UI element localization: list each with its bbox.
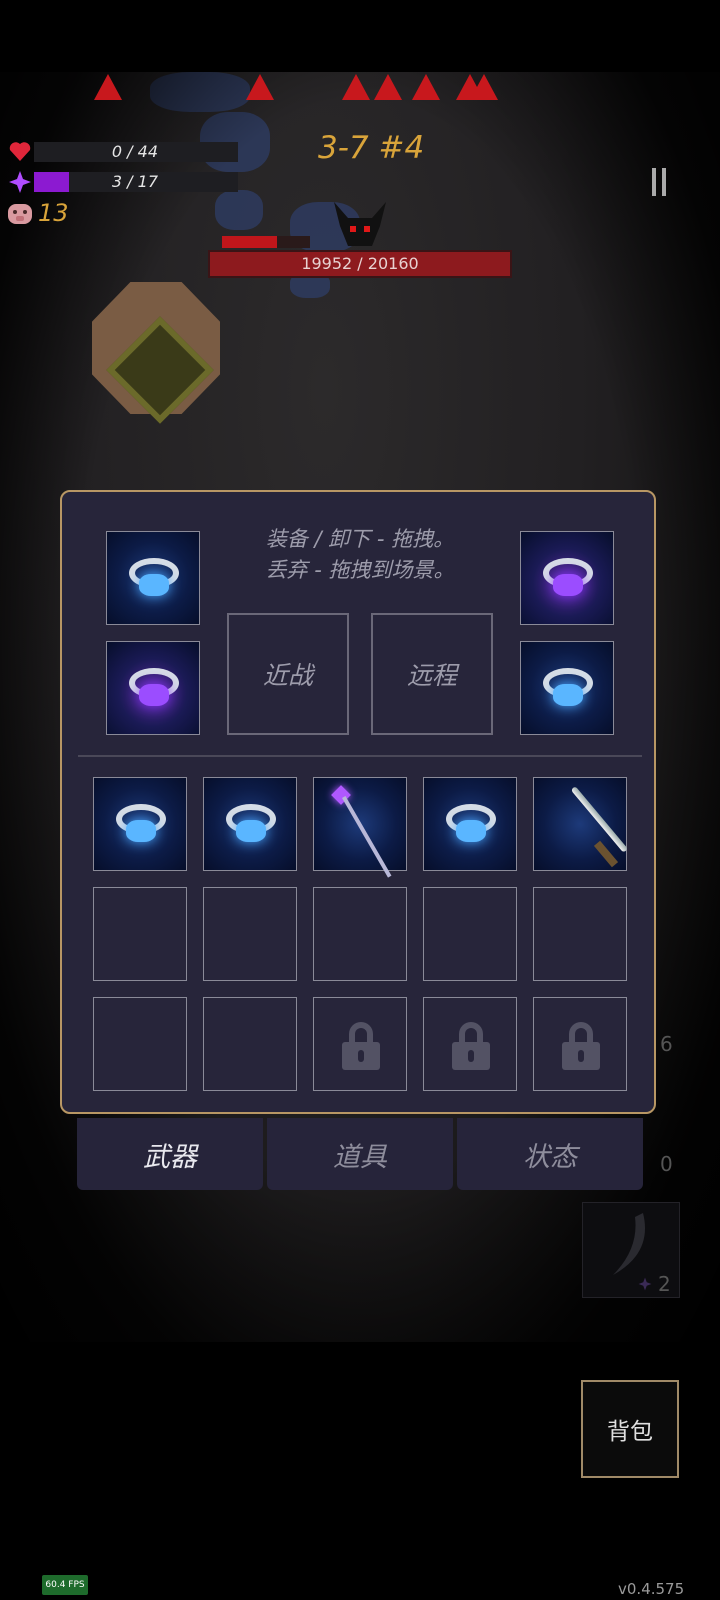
hint-line-equip: 装备 / 卸下 - 拖拽。 xyxy=(265,527,455,551)
health-text: 0 / 44 xyxy=(111,142,158,161)
mana-icon xyxy=(8,170,32,194)
pig-coin-icon xyxy=(6,200,34,226)
purple-gem-icon xyxy=(139,684,169,706)
blue-gem-icon xyxy=(456,820,486,842)
tab-items-label: 道具 xyxy=(333,1141,387,1173)
inventory-slot[interactable] xyxy=(313,777,407,878)
inventory-slot[interactable] xyxy=(533,777,629,871)
pause-icon xyxy=(652,168,656,196)
inventory-slot-empty[interactable] xyxy=(423,887,517,981)
mana-text: 3 / 17 xyxy=(111,172,158,191)
hint-line-discard: 丢弃 - 拖拽到场景。 xyxy=(265,558,455,582)
warning-triangle-icon xyxy=(94,74,122,100)
inventory-slot-empty[interactable] xyxy=(93,997,187,1091)
inventory-slot-locked xyxy=(423,997,517,1091)
inventory-slot[interactable] xyxy=(93,777,187,871)
tab-status-label: 状态 xyxy=(523,1141,577,1173)
version-label: v0.4.575 xyxy=(618,1580,685,1598)
bag-label: 背包 xyxy=(607,1419,653,1445)
pause-button[interactable] xyxy=(650,168,668,198)
boss-hp-text: 19952 / 20160 xyxy=(301,254,419,273)
inventory-slot-empty[interactable] xyxy=(203,887,297,981)
lock-icon xyxy=(342,1022,380,1070)
mana-bar: 3 / 17 xyxy=(34,172,238,192)
inventory-slot-empty[interactable] xyxy=(313,887,407,981)
melee-weapon-slot[interactable]: 近战 xyxy=(227,613,349,735)
rock-cluster xyxy=(150,72,250,112)
ranged-label: 远程 xyxy=(406,661,457,690)
blue-gem-icon xyxy=(553,684,583,706)
level-label: 3-7 #4 xyxy=(318,130,425,166)
warning-triangle-icon xyxy=(374,74,402,100)
warning-triangle-icon xyxy=(246,74,274,100)
blue-gem-icon xyxy=(126,820,156,842)
health-bar: 0 / 44 xyxy=(34,142,238,162)
blue-gem-icon xyxy=(139,574,169,596)
boss-demon-icon xyxy=(330,200,390,250)
tab-status[interactable]: 状态 xyxy=(457,1118,643,1190)
melee-label: 近战 xyxy=(262,661,313,690)
mana-bar-fill xyxy=(34,172,69,192)
panel-divider xyxy=(78,755,642,757)
side-counter: 6 xyxy=(660,1032,673,1056)
lock-icon xyxy=(452,1022,490,1070)
inventory-slot[interactable] xyxy=(423,777,517,871)
rock-cluster xyxy=(215,190,263,230)
side-counter: 0 xyxy=(660,1152,673,1176)
boss-shield-bar xyxy=(222,236,310,248)
inventory-hint: 装备 / 卸下 - 拖拽。 丢弃 - 拖拽到场景。 xyxy=(160,524,560,586)
warning-triangle-icon xyxy=(412,74,440,100)
inventory-slot-empty[interactable] xyxy=(93,887,187,981)
blue-gem-icon xyxy=(236,820,266,842)
skill-count: 2 xyxy=(658,1272,671,1296)
equipped-slot-2[interactable] xyxy=(106,641,200,735)
tab-items[interactable]: 道具 xyxy=(267,1118,453,1190)
lock-icon xyxy=(562,1022,600,1070)
katana-hilt xyxy=(593,840,619,868)
ranged-weapon-slot[interactable]: 远程 xyxy=(371,613,493,735)
inventory-slot[interactable] xyxy=(203,777,297,871)
warning-triangle-icon xyxy=(342,74,370,100)
pause-icon xyxy=(662,168,666,196)
equipped-slot-1[interactable] xyxy=(106,531,200,625)
boss-health-bar: 19952 / 20160 xyxy=(208,250,512,278)
inventory-slot-locked xyxy=(313,997,407,1091)
tab-weapons-label: 武器 xyxy=(143,1141,197,1173)
equipped-slot-3[interactable] xyxy=(520,531,614,625)
inventory-slot-empty[interactable] xyxy=(203,997,297,1091)
equipped-slot-4[interactable] xyxy=(520,641,614,735)
health-icon xyxy=(8,140,32,162)
inventory-slot-empty[interactable] xyxy=(533,887,627,981)
skill-gem-icon xyxy=(638,1276,652,1291)
purple-gem-icon xyxy=(553,574,583,596)
bag-button[interactable]: 背包 xyxy=(581,1380,679,1478)
warning-triangle-icon xyxy=(470,74,498,100)
coin-count: 13 xyxy=(38,199,69,227)
inventory-slot-locked xyxy=(533,997,627,1091)
fps-counter: 60.4 FPS xyxy=(42,1575,88,1595)
staff-shaft xyxy=(342,796,392,878)
tab-weapons[interactable]: 武器 xyxy=(77,1118,263,1190)
